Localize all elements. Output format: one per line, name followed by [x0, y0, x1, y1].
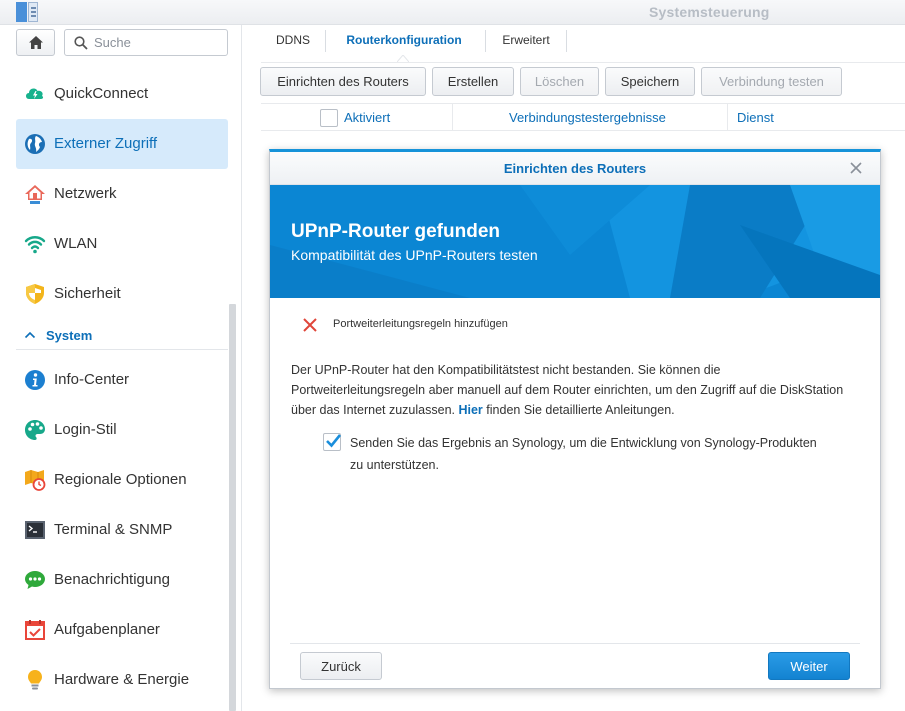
setup-router-button[interactable]: Einrichten des Routers [260, 67, 426, 96]
calendar-check-icon [25, 620, 45, 640]
table-header: Aktiviert Verbindungstestergebnisse Dien… [261, 103, 905, 131]
column-separator [452, 104, 453, 130]
sidebar-divider [241, 25, 242, 711]
chat-bubble-icon [25, 571, 45, 589]
send-result-checkbox[interactable] [323, 433, 342, 451]
sidebar-item-info-center[interactable]: Info-Center [16, 355, 228, 405]
column-separator [727, 104, 728, 130]
sidebar-item-label: Info-Center [54, 371, 130, 388]
title-bar: Systemsteuerung [0, 0, 905, 25]
search-icon [74, 36, 88, 50]
tabs-divider [261, 62, 905, 63]
back-button[interactable]: Zurück [300, 652, 382, 680]
error-x-icon [303, 318, 317, 332]
sidebar-item-label: Hardware & Energie [54, 671, 190, 688]
wifi-icon [24, 236, 46, 254]
column-header-service[interactable]: Dienst [737, 110, 774, 125]
sidebar-item-label: Regionale Optionen [54, 471, 187, 488]
sidebar-item-label: Login-Stil [54, 421, 117, 438]
instructions-link[interactable]: Hier [458, 403, 482, 417]
checkmark-icon [326, 434, 342, 448]
column-header-enabled[interactable]: Aktiviert [344, 110, 390, 125]
info-icon [25, 370, 45, 390]
banner-subtitle: Kompatibilität des UPnP-Routers testen [291, 247, 538, 263]
result-message: Der UPnP-Router hat den Kompatibilitätst… [291, 360, 851, 420]
home-button[interactable] [16, 29, 55, 56]
sidebar-item-hardware-power[interactable]: Hardware & Energie [16, 655, 228, 705]
dialog-title: Einrichten des Routers [503, 161, 647, 176]
dialog-footer-divider [290, 643, 860, 644]
sidebar-item-quickconnect[interactable]: QuickConnect [16, 69, 228, 119]
send-result-label[interactable]: Senden Sie das Ergebnis an Synology, um … [350, 432, 820, 476]
control-panel-app-icon [16, 2, 40, 22]
chevron-up-icon [24, 331, 36, 339]
sidebar-item-label: Aufgabenplaner [54, 621, 160, 638]
search-box[interactable] [64, 29, 228, 56]
select-all-checkbox[interactable] [320, 109, 338, 127]
test-step-label: Portweiterleitungsregeln hinzufügen [333, 318, 508, 330]
column-header-test-results[interactable]: Verbindungstestergebnisse [509, 110, 666, 125]
sidebar-scrollbar[interactable] [229, 304, 236, 711]
section-header-system[interactable]: System [16, 322, 228, 350]
tab-separator [325, 30, 326, 52]
map-clock-icon [25, 470, 46, 491]
tab-advanced[interactable]: Erweitert [487, 28, 565, 54]
sidebar-item-network[interactable]: Netzwerk [16, 169, 228, 219]
globe-icon [25, 134, 45, 154]
search-input[interactable] [94, 34, 224, 51]
sidebar-item-label: WLAN [54, 235, 98, 252]
palette-icon [25, 420, 45, 440]
setup-router-dialog: Einrichten des Routers UPnP-Router gefun… [269, 149, 881, 689]
shield-icon [26, 284, 44, 304]
window-title: Systemsteuerung [649, 4, 770, 20]
sidebar-item-label: Externer Zugriff [54, 135, 158, 152]
sidebar-item-label: Benachrichtigung [54, 571, 170, 588]
banner-title: UPnP-Router gefunden [291, 221, 500, 242]
sidebar-item-task-scheduler[interactable]: Aufgabenplaner [16, 605, 228, 655]
test-connection-button[interactable]: Verbindung testen [701, 67, 842, 96]
home-icon [29, 36, 43, 49]
tab-separator [485, 30, 486, 52]
sidebar-item-label: Sicherheit [54, 285, 121, 302]
dialog-banner: UPnP-Router gefunden Kompatibilität des … [270, 185, 880, 298]
save-button[interactable]: Speichern [605, 67, 695, 96]
tab-router-configuration[interactable]: Routerkonfiguration [331, 28, 477, 54]
sidebar-item-security[interactable]: Sicherheit [16, 269, 228, 319]
next-button[interactable]: Weiter [768, 652, 850, 680]
sidebar: QuickConnect Externer Zugriff Netzwerk W… [0, 25, 241, 711]
sidebar-item-label: Netzwerk [54, 185, 117, 202]
result-message-text-end: finden Sie detaillierte Anleitungen. [486, 403, 675, 417]
sidebar-item-external-access[interactable]: Externer Zugriff [16, 119, 228, 169]
tab-ddns[interactable]: DDNS [261, 28, 325, 54]
quickconnect-icon [26, 88, 44, 99]
section-label: System [46, 328, 93, 343]
dialog-header: Einrichten des Routers [270, 152, 880, 185]
sidebar-item-label: Terminal & SNMP [54, 521, 173, 538]
tab-separator [566, 30, 567, 52]
sidebar-item-terminal-snmp[interactable]: Terminal & SNMP [16, 505, 228, 555]
close-icon[interactable] [849, 161, 863, 175]
create-button[interactable]: Erstellen [432, 67, 514, 96]
network-house-icon [25, 185, 45, 204]
delete-button[interactable]: Löschen [520, 67, 599, 96]
sidebar-item-regional-options[interactable]: Regionale Optionen [16, 455, 228, 505]
sidebar-item-notification[interactable]: Benachrichtigung [16, 555, 228, 605]
sidebar-item-login-style[interactable]: Login-Stil [16, 405, 228, 455]
sidebar-item-label: QuickConnect [54, 85, 149, 102]
active-tab-caret-icon [397, 55, 409, 62]
sidebar-item-wlan[interactable]: WLAN [16, 219, 228, 269]
lightbulb-icon [28, 670, 42, 690]
terminal-icon [25, 521, 45, 539]
